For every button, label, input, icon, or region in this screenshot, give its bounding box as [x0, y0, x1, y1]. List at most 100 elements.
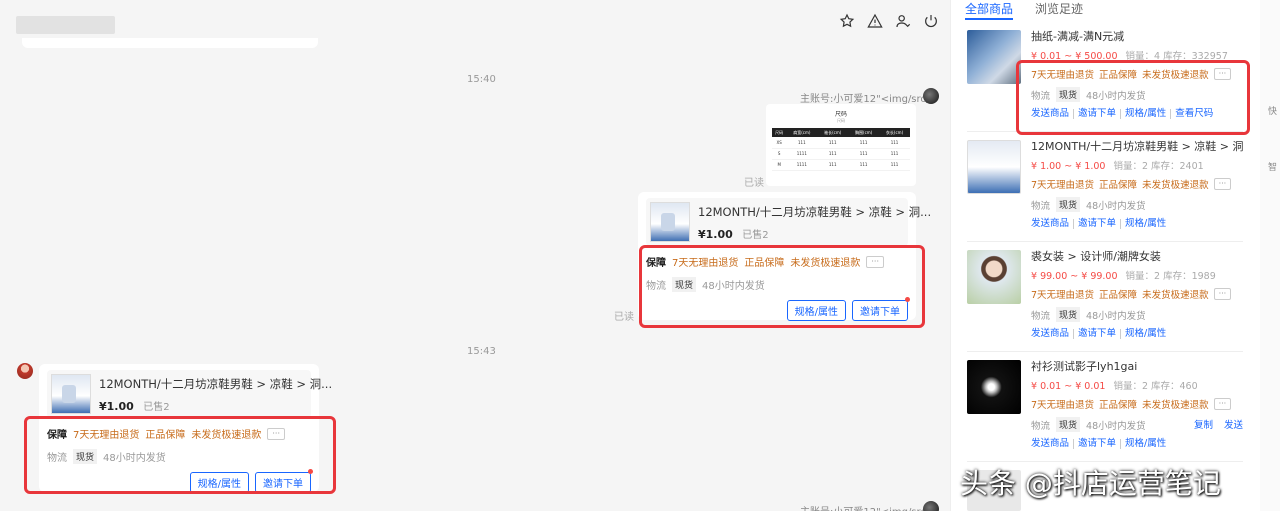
- more-tags-button[interactable]: ···: [267, 427, 286, 440]
- guarantee-tag: 7天无理由退货: [1031, 290, 1095, 301]
- notification-dot: [905, 297, 910, 302]
- logistics-row: 物流 现货 48小时内发货: [1031, 197, 1243, 212]
- price-range: ¥ 0.01 ~ ¥ 500.00: [1031, 51, 1118, 62]
- price-range: ¥ 1.00 ~ ¥ 1.00: [1031, 161, 1106, 172]
- product-thumbnail: [967, 140, 1021, 194]
- size-chart-image-message[interactable]: 尺码 尺码 尺码 肩宽(cm) 袖长(cm) 胸围(cm) 衣长(cm) XS …: [766, 104, 916, 186]
- product-title: 衬衫测试影子lyh1gai: [1031, 360, 1138, 373]
- size-cell: 111: [817, 137, 849, 149]
- sidebar-tabs: 全部商品 浏览足迹: [951, 0, 1260, 20]
- product-card-header[interactable]: 12MONTH/十二月坊凉鞋男鞋 > 凉鞋 > 洞... ¥1.00 已售2: [47, 370, 332, 418]
- logistics-label: 物流: [1031, 420, 1051, 432]
- size-header: 袖长(cm): [817, 128, 849, 137]
- chat-area: 15:40 主账号:小可爱12"<img/src/o 尺码 尺码 尺码 肩宽(c…: [0, 0, 950, 511]
- more-tags-button[interactable]: ···: [1213, 398, 1232, 410]
- tab-browse-history[interactable]: 浏览足迹: [1035, 0, 1083, 16]
- user-transfer-icon[interactable]: [894, 11, 912, 31]
- spec-link[interactable]: 规格/属性: [1120, 219, 1170, 229]
- guarantee-tag: 7天无理由退货: [1031, 180, 1095, 191]
- size-cell: M: [772, 159, 787, 171]
- send-link[interactable]: 发送: [1224, 420, 1243, 431]
- size-cell: 111: [879, 137, 910, 149]
- blurred-customer-name: [16, 16, 115, 34]
- size-cell: 1111: [786, 159, 818, 171]
- invite-order-button[interactable]: 邀请下单: [852, 300, 908, 321]
- guarantee-tag: 7天无理由退货: [672, 258, 739, 269]
- logistics-row: 物流 现货 48小时内发货: [646, 277, 908, 292]
- size-cell: 111: [848, 148, 880, 160]
- spec-link[interactable]: 规格/属性: [1120, 109, 1170, 119]
- invite-order-link[interactable]: 邀请下单: [1073, 219, 1120, 229]
- logistics-label: 物流: [1031, 310, 1051, 322]
- product-thumbnail: [967, 250, 1021, 304]
- size-header: 胸围(cm): [848, 128, 880, 137]
- agent-name: 主账号:小可爱12"<img/src/o: [800, 503, 935, 511]
- copy-link[interactable]: 复制: [1194, 420, 1213, 431]
- power-icon[interactable]: [922, 11, 940, 31]
- send-product-link[interactable]: 发送商品: [1031, 219, 1073, 229]
- sales-stock: 销量：2 库存：2401: [1113, 161, 1204, 172]
- view-size-link[interactable]: 查看尺码: [1170, 109, 1217, 119]
- more-tags-button[interactable]: ···: [866, 255, 885, 268]
- spec-button[interactable]: 规格/属性: [189, 472, 249, 493]
- guarantee-row: 7天无理由退货 正品保障 未发货极速退款 ···: [1031, 67, 1243, 81]
- product-thumbnail: [967, 360, 1021, 414]
- item-actions: 发送商品 邀请下单 规格/属性 查看尺码: [1031, 109, 1243, 119]
- product-card-message[interactable]: 12MONTH/十二月坊凉鞋男鞋 > 凉鞋 > 洞... ¥1.00 已售2 保…: [39, 364, 332, 493]
- guarantee-tag: 未发货极速退款: [1142, 290, 1209, 301]
- table-row: XS 111 111 111 111: [772, 137, 910, 149]
- list-item[interactable]: 抽纸-满减-满N元减 ¥ 0.01 ~ ¥ 500.00 销量：4 库存：3329…: [967, 22, 1243, 132]
- send-product-link[interactable]: 发送商品: [1031, 109, 1073, 119]
- shipping-time: 48小时内发货: [1086, 90, 1146, 102]
- spec-link[interactable]: 规格/属性: [1120, 439, 1170, 449]
- agent-avatar: [923, 501, 939, 511]
- invite-order-link[interactable]: 邀请下单: [1073, 109, 1120, 119]
- guarantee-tag: 7天无理由退货: [73, 430, 140, 441]
- guarantee-label: 保障: [646, 258, 666, 269]
- agent-name: 主账号:小可爱12"<img/src/o: [800, 94, 936, 105]
- shipping-time: 48小时内发货: [702, 281, 765, 292]
- guarantee-tag: 7天无理由退货: [1031, 70, 1095, 81]
- product-price: ¥1.00: [698, 227, 733, 241]
- product-sidebar: 全部商品 浏览足迹 抽纸-满减-满N元减 ¥ 0.01 ~ ¥ 500.00 销量…: [950, 0, 1260, 511]
- product-card-header[interactable]: 12MONTH/十二月坊凉鞋男鞋 > 凉鞋 > 洞... ¥1.00 已售2: [646, 198, 931, 246]
- send-product-link[interactable]: 发送商品: [1031, 439, 1073, 449]
- customer-avatar: [17, 363, 33, 379]
- product-card-message[interactable]: 12MONTH/十二月坊凉鞋男鞋 > 凉鞋 > 洞... ¥1.00 已售2 保…: [638, 192, 931, 321]
- list-item[interactable]: 12MONTH/十二月坊凉鞋男鞋 > 凉鞋 > 洞洞... ¥ 1.00 ~ ¥…: [967, 132, 1243, 242]
- product-thumbnail: [650, 202, 690, 242]
- guarantee-row: 保障 7天无理由退货 正品保障 未发货极速退款 ···: [47, 426, 311, 441]
- edge-label: 智: [1268, 163, 1278, 173]
- previous-message-card: [22, 38, 318, 48]
- star-icon[interactable]: [838, 11, 856, 31]
- more-tags-button[interactable]: ···: [1213, 68, 1232, 80]
- product-sold: 已售2: [143, 401, 170, 413]
- logistics-row: 物流 现货 48小时内发货 复制 发送: [1031, 417, 1243, 432]
- invite-order-link[interactable]: 邀请下单: [1073, 439, 1120, 449]
- list-item[interactable]: 衬衫测试影子lyh1gai ¥ 0.01 ~ ¥ 0.01 销量：2 库存：460…: [967, 352, 1243, 462]
- spec-button[interactable]: 规格/属性: [786, 300, 846, 321]
- product-title: 12MONTH/十二月坊凉鞋男鞋 > 凉鞋 > 洞...: [698, 204, 932, 219]
- send-product-link[interactable]: 发送商品: [1031, 329, 1073, 339]
- invite-order-button[interactable]: 邀请下单: [255, 472, 311, 493]
- timestamp: 15:43: [467, 346, 496, 357]
- item-actions: 发送商品 邀请下单 规格/属性: [1031, 439, 1243, 449]
- product-list: 抽纸-满减-满N元减 ¥ 0.01 ~ ¥ 500.00 销量：4 库存：3329…: [961, 22, 1251, 511]
- guarantee-tag: 正品保障: [145, 430, 186, 441]
- chat-toolbar: [838, 11, 940, 31]
- list-item[interactable]: 裘女装 > 设计师/潮牌女装 ¥ 99.00 ~ ¥ 99.00 销量：2 库存：…: [967, 242, 1243, 352]
- card-actions: 规格/属性 邀请下单: [47, 469, 313, 493]
- product-title: 抽纸-满减-满N元减: [1031, 30, 1125, 43]
- tab-all-products[interactable]: 全部商品: [965, 0, 1014, 20]
- shipping-time: 48小时内发货: [103, 453, 166, 464]
- more-tags-button[interactable]: ···: [1213, 288, 1232, 300]
- more-tags-button[interactable]: ···: [1213, 178, 1232, 190]
- spec-link[interactable]: 规格/属性: [1120, 329, 1170, 339]
- guarantee-tag: 正品保障: [1099, 400, 1138, 411]
- invite-order-link[interactable]: 邀请下单: [1073, 329, 1120, 339]
- logistics-row: 物流 现货 48小时内发货: [1031, 307, 1243, 322]
- size-cell: 1111: [786, 148, 818, 160]
- warning-icon[interactable]: [866, 11, 884, 31]
- guarantee-tag: 未发货极速退款: [790, 258, 861, 269]
- edge-label: 快: [1268, 107, 1278, 117]
